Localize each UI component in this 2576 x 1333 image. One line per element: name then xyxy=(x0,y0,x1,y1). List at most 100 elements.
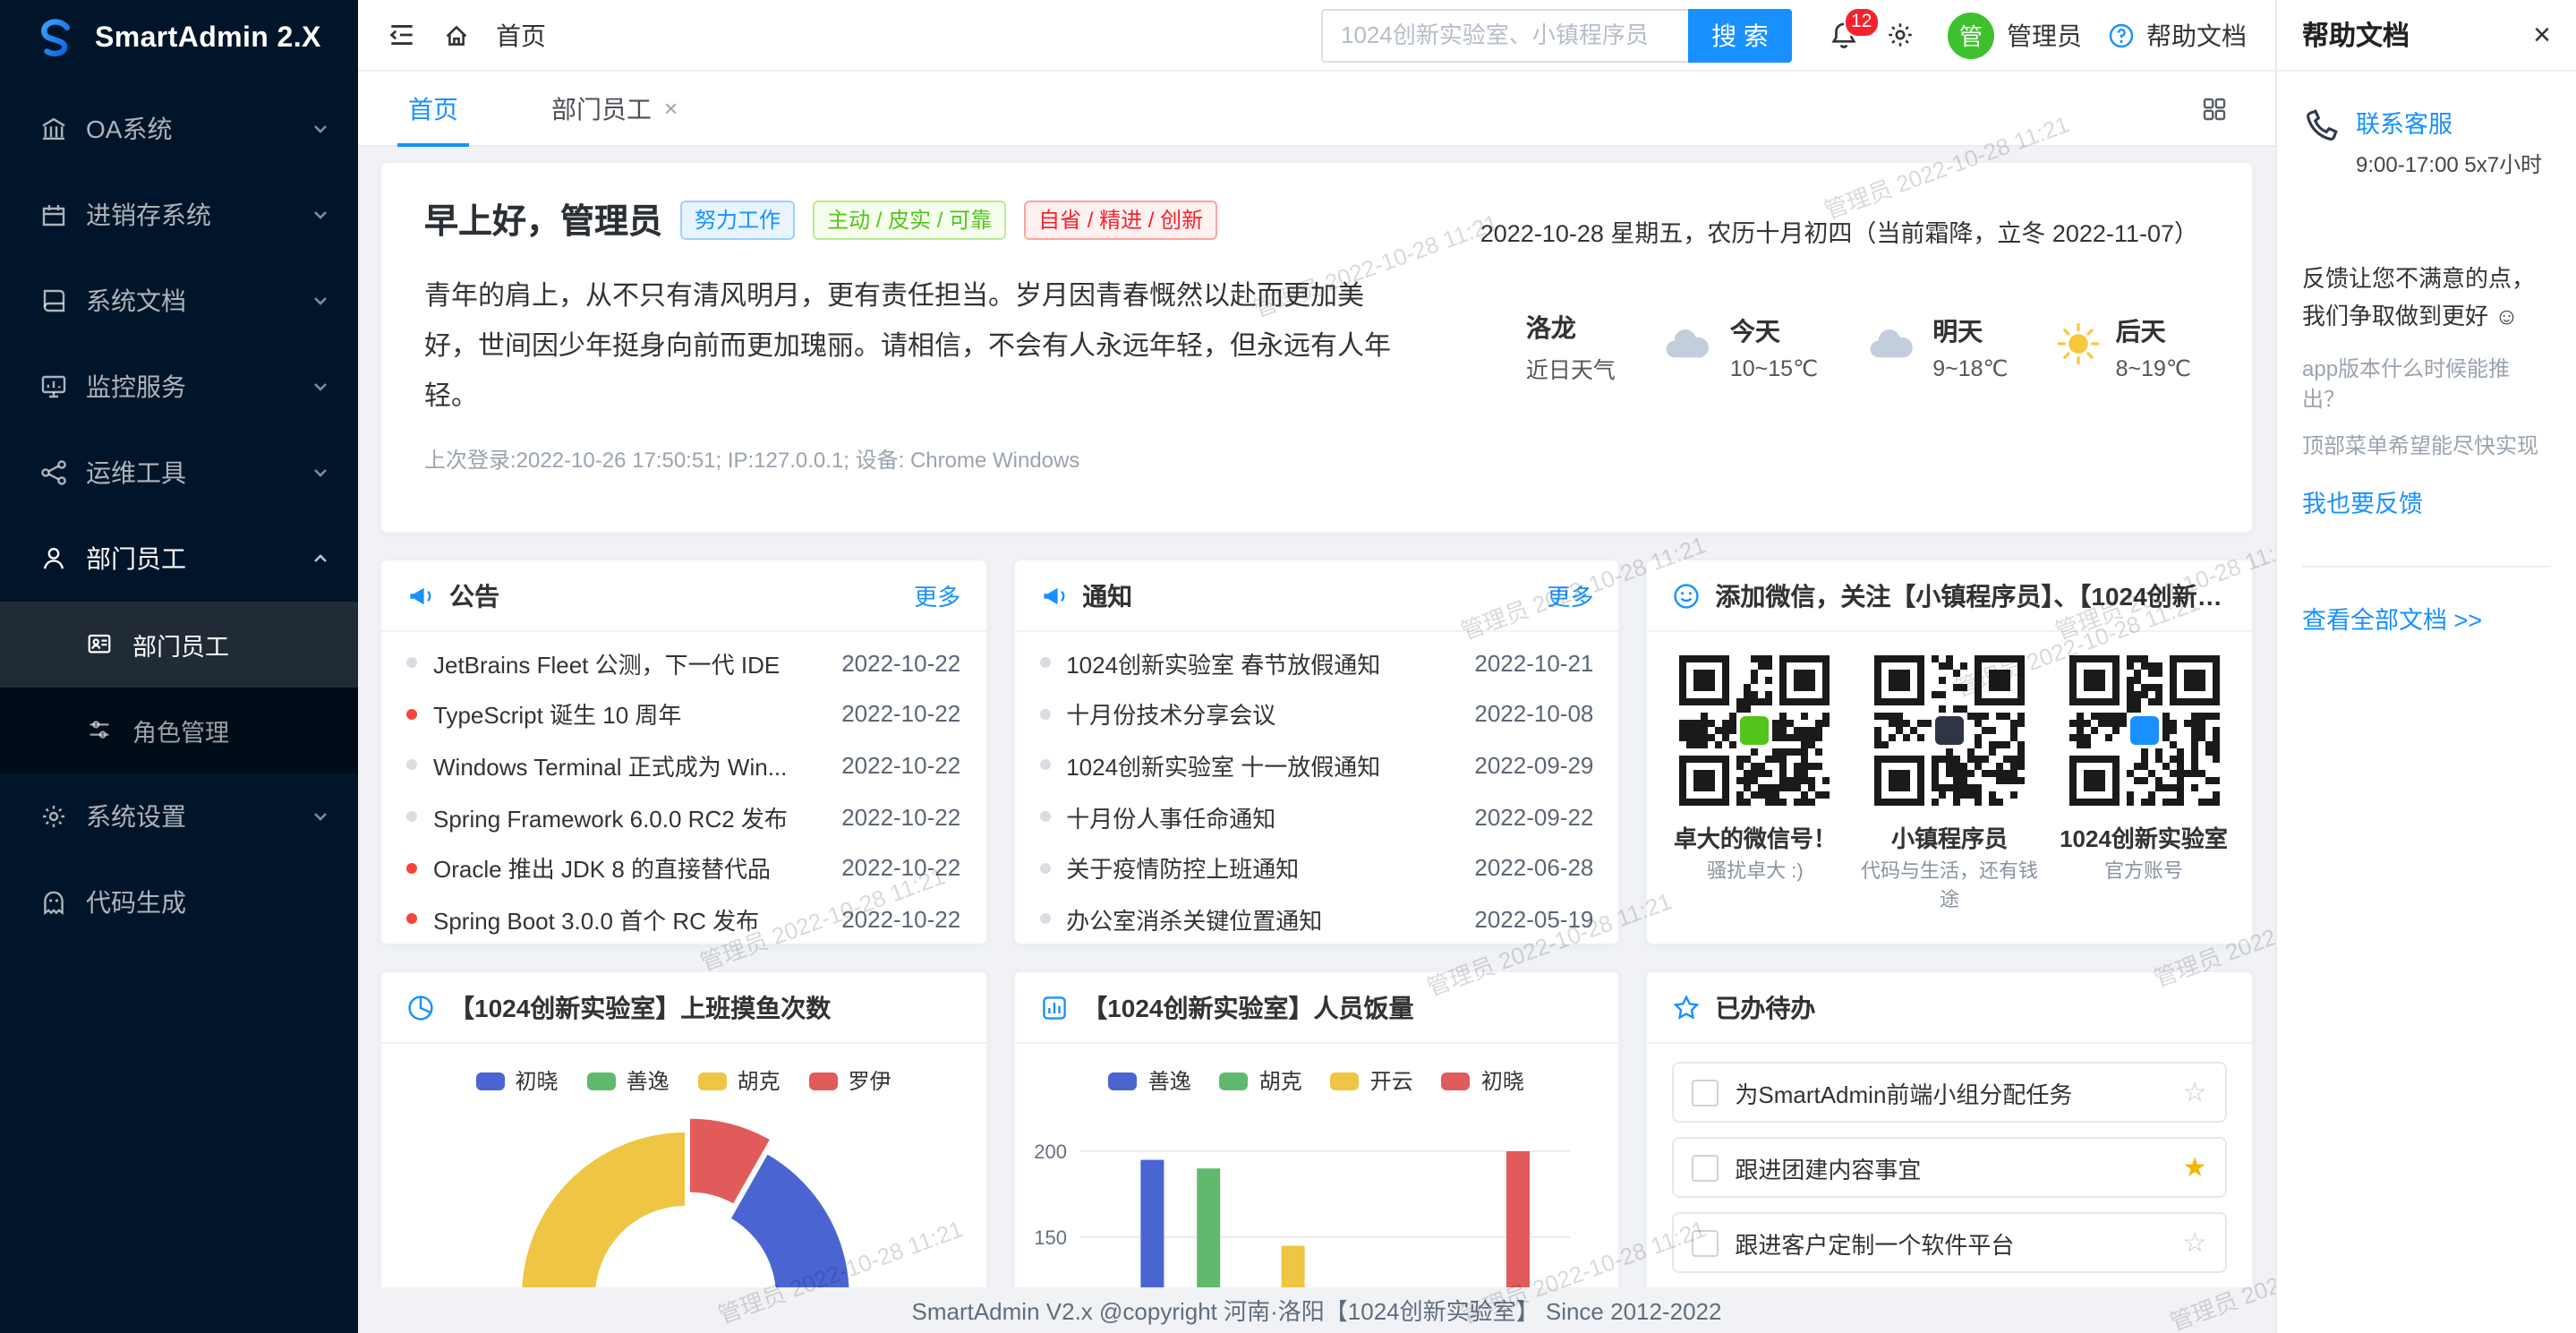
notice-item[interactable]: 十月份人事任命通知2022-09-22 xyxy=(1014,791,1618,842)
sidebar-item-erp[interactable]: 进销存系统 xyxy=(0,172,358,258)
notice-title: 通知 xyxy=(1082,577,1532,613)
book-icon xyxy=(39,286,68,315)
legend-chip xyxy=(1442,1072,1471,1089)
tab-bar: 首页 部门员工 xyxy=(358,72,2275,147)
help-doc-label: 帮助文档 xyxy=(2146,17,2247,53)
last-login-info: 上次登录:2022-10-26 17:50:51; IP:127.0.0.1; … xyxy=(424,445,2209,475)
app-logo[interactable]: SmartAdmin 2.X xyxy=(0,0,358,79)
legend-chip xyxy=(809,1072,838,1089)
app-title: SmartAdmin 2.X xyxy=(95,23,321,56)
help-panel-title: 帮助文档 xyxy=(2302,16,2533,54)
feedback-item[interactable]: 顶部菜单希望能尽快实现 xyxy=(2302,429,2551,459)
bar-chart-card: 【1024创新实验室】人员饭量 善逸 胡克 开云 初晓 200150 xyxy=(1012,970,1620,1286)
feedback-link[interactable]: 我也要反馈 xyxy=(2302,483,2551,518)
qr-row: 卓大的微信号！ 骚扰卓大 :) 小镇程序员 代码与生活，还有钱途 1024创新实… xyxy=(1647,632,2251,917)
home-icon[interactable] xyxy=(442,21,471,49)
sidebar-item-codegen[interactable]: 代码生成 xyxy=(0,859,358,945)
todo-checkbox[interactable] xyxy=(1692,1229,1719,1256)
bullet-dot xyxy=(406,658,417,669)
notice-item[interactable]: 办公室消杀关键位置通知2022-05-19 xyxy=(1014,893,1618,944)
announcement-more-link[interactable]: 更多 xyxy=(914,578,960,612)
pie-chart-icon xyxy=(406,993,435,1021)
avatar: 管 xyxy=(1948,12,1994,58)
contact-service-link[interactable]: 联系客服 xyxy=(2356,104,2542,140)
chevron-down-icon xyxy=(311,378,329,396)
sidebar: SmartAdmin 2.X OA系统 进销存系统 系统文档 监控服务 xyxy=(0,0,358,1333)
user-name: 管理员 xyxy=(2007,17,2082,53)
notice-more-link[interactable]: 更多 xyxy=(1547,578,1593,612)
bar-chart-icon xyxy=(1039,993,1068,1021)
all-docs-link[interactable]: 查看全部文档 >> xyxy=(2302,599,2551,635)
topbar: 首页 搜 索 12 管 管理员 帮助文档 xyxy=(358,0,2275,72)
star-toggle-icon[interactable] xyxy=(2183,1079,2207,1106)
chevron-up-icon xyxy=(311,550,329,568)
announcement-item[interactable]: Spring Boot 3.0.0 首个 RC 发布2022-10-22 xyxy=(381,893,985,944)
todo-item[interactable]: 跟进客户定制一个软件平台 xyxy=(1672,1212,2226,1273)
weather-widget: 洛龙 近日天气 今天 10~15℃ 明天 xyxy=(1526,310,2191,385)
sidebar-subitem-dept-staff[interactable]: 部门员工 xyxy=(0,602,358,688)
chevron-down-icon xyxy=(311,292,329,310)
announcement-item[interactable]: Spring Framework 6.0.0 RC2 发布2022-10-22 xyxy=(381,791,985,842)
sidebar-submenu: 部门员工 角色管理 xyxy=(0,602,358,773)
sidebar-item-monitor[interactable]: 监控服务 xyxy=(0,344,358,430)
pie-legend: 初晓 善逸 胡克 罗伊 xyxy=(381,1044,985,1099)
question-circle-icon xyxy=(2107,21,2136,49)
user-menu[interactable]: 管 管理员 xyxy=(1948,12,2082,58)
tab-layout-grid-icon[interactable] xyxy=(2200,94,2229,123)
close-tab-icon[interactable] xyxy=(664,95,678,122)
chevron-down-icon xyxy=(311,120,329,138)
notice-card: 通知 更多 1024创新实验室 春节放假通知2022-10-21 十月份技术分享… xyxy=(1012,559,1620,945)
notice-item[interactable]: 十月份技术分享会议2022-10-08 xyxy=(1014,688,1618,739)
gear-icon xyxy=(39,802,68,831)
search-button[interactable]: 搜 索 xyxy=(1688,8,1792,62)
sidebar-item-oa[interactable]: OA系统 xyxy=(0,86,358,172)
notification-bell[interactable]: 12 xyxy=(1828,19,1860,51)
announcement-item[interactable]: Windows Terminal 正式成为 Win...2022-10-22 xyxy=(381,739,985,790)
star-toggle-icon[interactable] xyxy=(2183,1229,2207,1256)
legend-chip xyxy=(698,1072,727,1089)
breadcrumb[interactable]: 首页 xyxy=(496,17,546,53)
legend-chip xyxy=(1109,1072,1138,1089)
todo-item[interactable]: 为SmartAdmin前端小组分配任务 xyxy=(1672,1062,2226,1123)
bullet-dot xyxy=(1039,658,1050,669)
help-doc-button[interactable]: 帮助文档 xyxy=(2107,17,2247,53)
user-icon xyxy=(39,544,68,573)
todo-item[interactable]: 跟进团建内容事宜 xyxy=(1672,1137,2226,1198)
feedback-item[interactable]: app版本什么时候能推出？ xyxy=(2302,352,2551,413)
legend-chip xyxy=(1331,1072,1360,1089)
legend-chip xyxy=(1220,1072,1249,1089)
tab-dept-staff[interactable]: 部门员工 xyxy=(548,71,681,146)
announcement-item[interactable]: Oracle 推出 JDK 8 的直接替代品2022-10-22 xyxy=(381,842,985,893)
star-toggle-icon[interactable] xyxy=(2183,1154,2207,1181)
tag-hard-work: 努力工作 xyxy=(680,200,795,239)
announcement-item[interactable]: TypeScript 诞生 10 周年2022-10-22 xyxy=(381,688,985,739)
megaphone-icon xyxy=(1039,581,1068,610)
sidebar-item-docs[interactable]: 系统文档 xyxy=(0,258,358,344)
tab-home[interactable]: 首页 xyxy=(405,71,462,146)
main-area: 首页 搜 索 12 管 管理员 帮助文档 首页 部门员工 xyxy=(358,0,2275,1333)
megaphone-icon xyxy=(406,581,435,610)
bullet-dot xyxy=(406,760,417,771)
menu-collapse-icon[interactable] xyxy=(387,20,417,50)
announcement-item[interactable]: JetBrains Fleet 公测，下一代 IDE2022-10-22 xyxy=(381,637,985,688)
notice-item[interactable]: 1024创新实验室 十一放假通知2022-09-29 xyxy=(1014,739,1618,790)
search-input[interactable] xyxy=(1321,8,1688,62)
qr-code xyxy=(2068,655,2219,806)
todo-checkbox[interactable] xyxy=(1692,1154,1719,1181)
sidebar-item-ops-tools[interactable]: 运维工具 xyxy=(0,430,358,516)
notice-item[interactable]: 1024创新实验室 春节放假通知2022-10-21 xyxy=(1014,637,1618,688)
sidebar-item-settings[interactable]: 系统设置 xyxy=(0,773,358,859)
announcement-title: 公告 xyxy=(449,577,900,613)
wechat-title: 添加微信，关注【小镇程序员】、【1024创新实验室】 xyxy=(1715,577,2226,613)
logo-icon xyxy=(29,14,79,64)
sidebar-item-dept[interactable]: 部门员工 xyxy=(0,516,358,602)
qr-item-zhuoda: 卓大的微信号！ 骚扰卓大 :) xyxy=(1662,655,1848,917)
settings-gear-icon[interactable] xyxy=(1885,20,1915,50)
close-panel-icon[interactable] xyxy=(2533,20,2551,50)
help-panel: 帮助文档 联系客服 9:00-17:00 5x7小时 反馈让您不满意的点，我们争… xyxy=(2275,0,2576,1333)
todo-checkbox[interactable] xyxy=(1692,1079,1719,1106)
weather-city: 洛龙 xyxy=(1526,310,1616,346)
sidebar-subitem-role-manage[interactable]: 角色管理 xyxy=(0,688,358,773)
qr-item-1024lab: 1024创新实验室 官方账号 xyxy=(2051,655,2237,917)
notice-item[interactable]: 关于疫情防控上班通知2022-06-28 xyxy=(1014,842,1618,893)
